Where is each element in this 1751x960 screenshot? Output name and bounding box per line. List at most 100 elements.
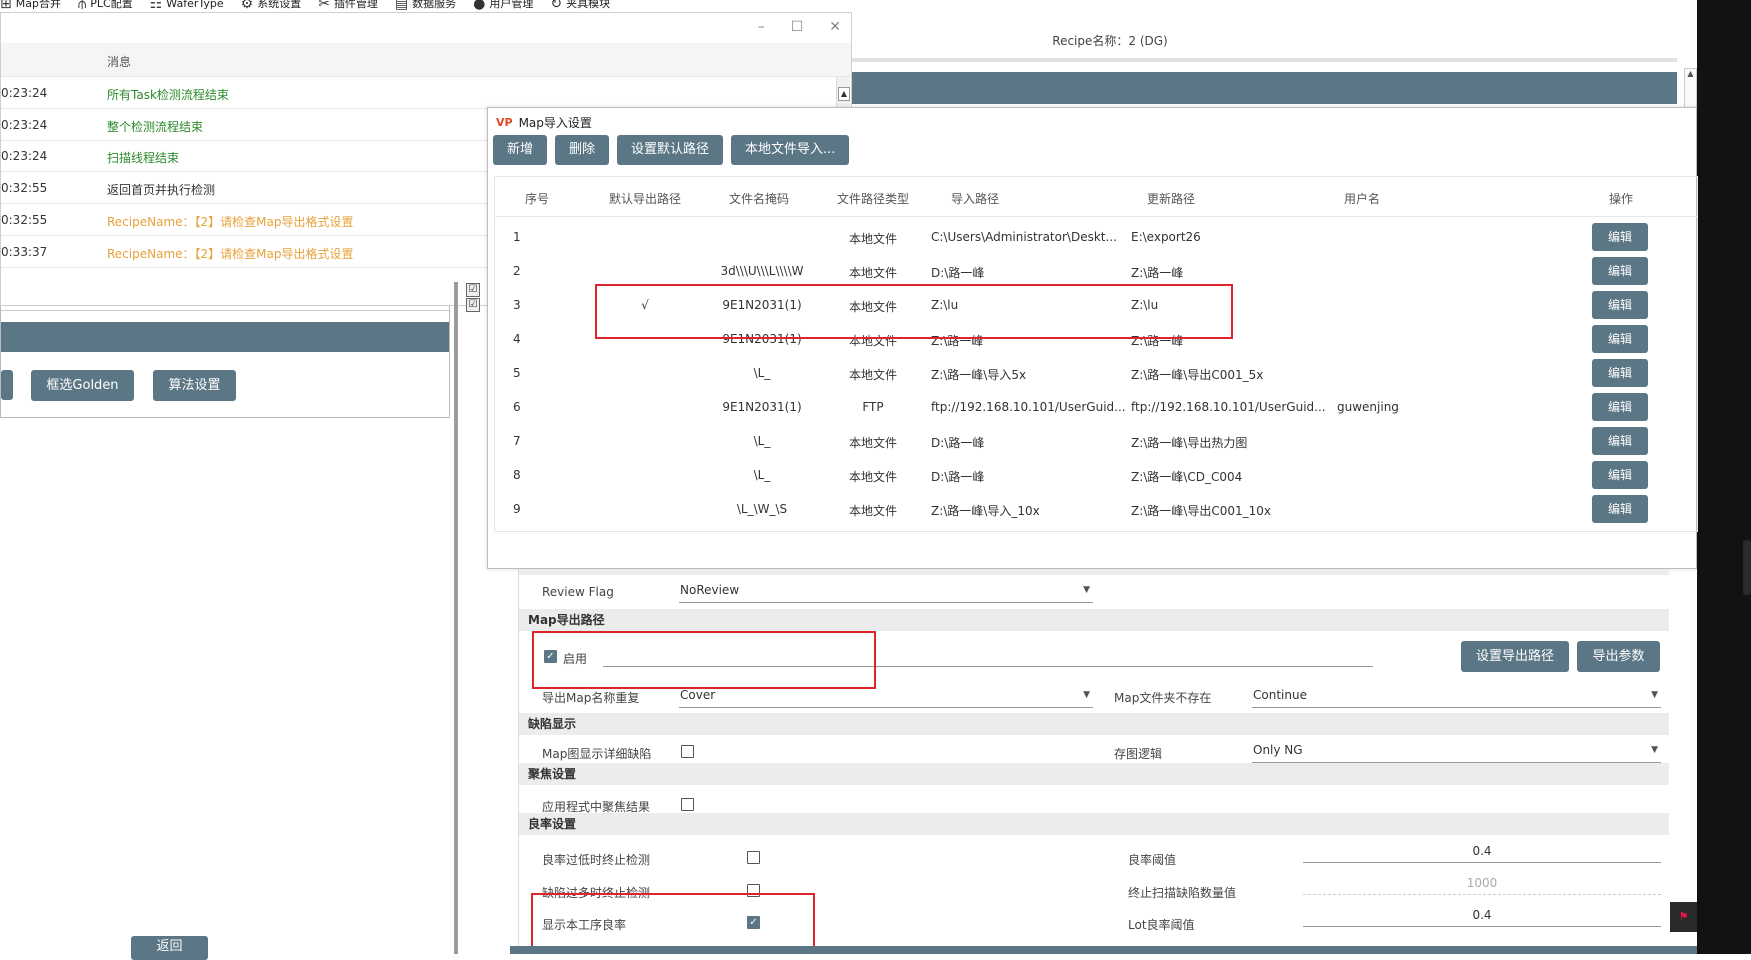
table-row[interactable]: 5 \L_ 本地文件 Z:\路一峰\导入5x Z:\路一峰\导出C001_5x 编辑 bbox=[495, 357, 1697, 391]
menu-map-merge[interactable]: ⊞ Map合并 bbox=[0, 0, 61, 12]
menu-plugins[interactable]: ✂ 插件管理 bbox=[318, 0, 378, 11]
col-import-path: 导入路径 bbox=[951, 192, 1000, 206]
settings-top-band bbox=[519, 569, 1669, 575]
local-file-import-button[interactable]: 本地文件导入... bbox=[731, 135, 850, 165]
menu-plc[interactable]: ⫚ PLC配置 bbox=[78, 0, 133, 11]
message-row[interactable]: 0:32:55 返回首页并执行检测 bbox=[1, 172, 491, 205]
message-text: RecipeName：【2】请检查Map导出格式设置 bbox=[107, 246, 354, 261]
dup-name-dropdown[interactable]: Cover ▼ bbox=[679, 688, 1093, 708]
edit-button[interactable]: 编辑 bbox=[1592, 393, 1648, 421]
cell-update-path: Z:\路一峰\导出热力图 bbox=[1131, 436, 1248, 450]
cell-seq: 6 bbox=[513, 400, 521, 414]
app-logo-icon: VP bbox=[496, 116, 513, 129]
cell-import-path: D:\路一峰 bbox=[931, 436, 985, 450]
col-path-type: 文件路径类型 bbox=[837, 192, 910, 206]
close-icon[interactable]: ✕ bbox=[829, 19, 841, 35]
left-clipped-button[interactable] bbox=[1, 370, 13, 400]
flag-icon[interactable]: ⚑ bbox=[1670, 902, 1697, 932]
table-row[interactable]: 6 9E1N2031(1) FTP ftp://192.168.10.101/User… bbox=[495, 391, 1697, 425]
cell-update-path: ftp://192.168.10.101/UserGuid... bbox=[1131, 400, 1326, 414]
message-text: 返回首页并执行检测 bbox=[107, 183, 216, 198]
cell-path-type: FTP bbox=[862, 400, 884, 414]
delete-button[interactable]: 删除 bbox=[555, 135, 610, 165]
dialog-toolbar: 新增 删除 设置默认路径 本地文件导入... bbox=[493, 135, 850, 165]
message-text: 扫描线程结束 bbox=[107, 151, 180, 166]
lot-yield-input[interactable]: 0.4 bbox=[1303, 905, 1661, 927]
save-logic-dropdown[interactable]: Only NG ▼ bbox=[1252, 743, 1661, 763]
show-detail-checkbox[interactable] bbox=[681, 745, 694, 758]
edit-button[interactable]: 编辑 bbox=[1592, 427, 1648, 455]
edit-button[interactable]: 编辑 bbox=[1592, 257, 1648, 285]
section-defect-display: 缺陷显示 bbox=[519, 713, 1669, 735]
set-default-path-button[interactable]: 设置默认路径 bbox=[617, 135, 724, 165]
edit-button[interactable]: 编辑 bbox=[1592, 359, 1648, 387]
table-header: 序号 默认导出路径 文件名掩码 文件路径类型 导入路径 更新路径 用户名 操作 bbox=[495, 177, 1697, 217]
col-default-export: 默认导出路径 bbox=[609, 192, 682, 206]
message-row[interactable]: 0:23:24 扫描线程结束 bbox=[1, 140, 491, 173]
message-text: RecipeName：【2】请检查Map导出格式设置 bbox=[107, 214, 354, 229]
message-time: 0:23:24 bbox=[1, 117, 48, 132]
edit-button[interactable]: 编辑 bbox=[1592, 291, 1648, 319]
edge-handle bbox=[1743, 540, 1751, 595]
review-flag-dropdown[interactable]: NoReview ▼ bbox=[679, 583, 1093, 603]
scroll-up-icon[interactable]: ▲ bbox=[838, 87, 850, 101]
message-row[interactable]: 0:32:55 RecipeName：【2】请检查Map导出格式设置 bbox=[1, 204, 491, 236]
background-divider bbox=[780, 58, 1677, 62]
fixture-icon: ↻ bbox=[550, 0, 563, 12]
message-row[interactable]: 0:23:24 整个检测流程结束 bbox=[1, 109, 491, 141]
menu-user-management[interactable]: ● 用户管理 bbox=[473, 0, 533, 11]
table-row[interactable]: 8 \L_ 本地文件 D:\路一峰 Z:\路一峰\CD_C004 编辑 bbox=[495, 459, 1697, 493]
table-row[interactable]: 9 \L_\W_\S 本地文件 Z:\路一峰\导入_10x Z:\路一峰\导出C001_… bbox=[495, 493, 1697, 527]
cell-path-type: 本地文件 bbox=[848, 470, 897, 484]
menu-fixture[interactable]: ↻ 夹具模块 bbox=[550, 0, 610, 12]
stop-low-yield-checkbox[interactable] bbox=[747, 851, 760, 864]
window-controls: – ☐ ✕ bbox=[758, 19, 841, 35]
apply-focus-checkbox[interactable] bbox=[681, 798, 694, 811]
cell-update-path: Z:\路一峰 bbox=[1131, 266, 1184, 280]
section-map-export: Map导出路径 bbox=[519, 609, 1669, 631]
yield-threshold-input[interactable]: 0.4 bbox=[1303, 841, 1661, 863]
edit-button[interactable]: 编辑 bbox=[1592, 495, 1648, 523]
menu-system-settings[interactable]: ⚙ 系统设置 bbox=[241, 0, 302, 11]
edit-button[interactable]: 编辑 bbox=[1592, 325, 1648, 353]
col-mask: 文件名掩码 bbox=[729, 192, 790, 206]
menu-data-service[interactable]: ▤ 数据服务 bbox=[395, 0, 456, 11]
select-golden-button[interactable]: 框选Golden bbox=[31, 370, 134, 401]
cell-mask: \L_\W_\S bbox=[736, 502, 788, 516]
cell-mask: 9E1N2031(1) bbox=[722, 400, 802, 414]
return-button[interactable]: 返回 bbox=[131, 936, 208, 960]
edit-button[interactable]: 编辑 bbox=[1592, 223, 1648, 251]
message-row[interactable]: 0:23:24 所有Task检测流程结束 bbox=[1, 77, 491, 109]
algorithm-settings-button[interactable]: 算法设置 bbox=[153, 370, 236, 401]
edit-button[interactable]: 编辑 bbox=[1592, 461, 1648, 489]
side-checkbox[interactable]: ☑ bbox=[466, 283, 480, 297]
recipe-title: Recipe名称：2 (DG) bbox=[1052, 34, 1168, 48]
folder-missing-dropdown[interactable]: Continue ▼ bbox=[1252, 688, 1661, 708]
map-icon: ⊞ bbox=[0, 0, 12, 12]
background-scrollbar[interactable]: ▲ bbox=[1684, 68, 1697, 108]
menu-wafertype[interactable]: ☷ WaferType bbox=[150, 0, 224, 11]
cell-update-path: Z:\路一峰\导出C001_5x bbox=[1131, 368, 1264, 382]
add-button[interactable]: 新增 bbox=[493, 135, 548, 165]
set-export-path-button[interactable]: 设置导出路径 bbox=[1461, 641, 1569, 672]
scroll-up-icon[interactable]: ▲ bbox=[1685, 69, 1696, 78]
message-row[interactable]: 0:33:37 RecipeName：【2】请检查Map导出格式设置 bbox=[1, 236, 491, 268]
export-params-button[interactable]: 导出参数 bbox=[1577, 641, 1660, 672]
pane-divider[interactable] bbox=[454, 282, 458, 954]
maximize-icon[interactable]: ☐ bbox=[791, 19, 804, 35]
left-panel-field bbox=[1, 306, 449, 311]
section-focus: 聚焦设置 bbox=[519, 763, 1669, 785]
import-path-table: 序号 默认导出路径 文件名掩码 文件路径类型 导入路径 更新路径 用户名 操作 … bbox=[494, 176, 1698, 532]
minimize-icon[interactable]: – bbox=[758, 19, 765, 35]
cell-path-type: 本地文件 bbox=[848, 368, 897, 382]
cell-update-path: Z:\路一峰\CD_C004 bbox=[1131, 470, 1243, 484]
side-checkbox[interactable]: ☑ bbox=[466, 298, 480, 312]
cell-seq: 7 bbox=[513, 434, 521, 448]
cell-user: guwenjing bbox=[1337, 400, 1399, 414]
table-row[interactable]: 7 \L_ 本地文件 D:\路一峰 Z:\路一峰\导出热力图 编辑 bbox=[495, 425, 1697, 459]
stop-defect-count-input[interactable]: 1000 bbox=[1303, 873, 1661, 895]
highlight-box bbox=[532, 631, 876, 689]
table-row[interactable]: 1 本地文件 C:\Users\Administrator\Deskt... E:\e… bbox=[495, 221, 1697, 255]
message-time: 0:23:24 bbox=[1, 86, 48, 100]
cell-import-path: C:\Users\Administrator\Deskt... bbox=[931, 230, 1117, 244]
